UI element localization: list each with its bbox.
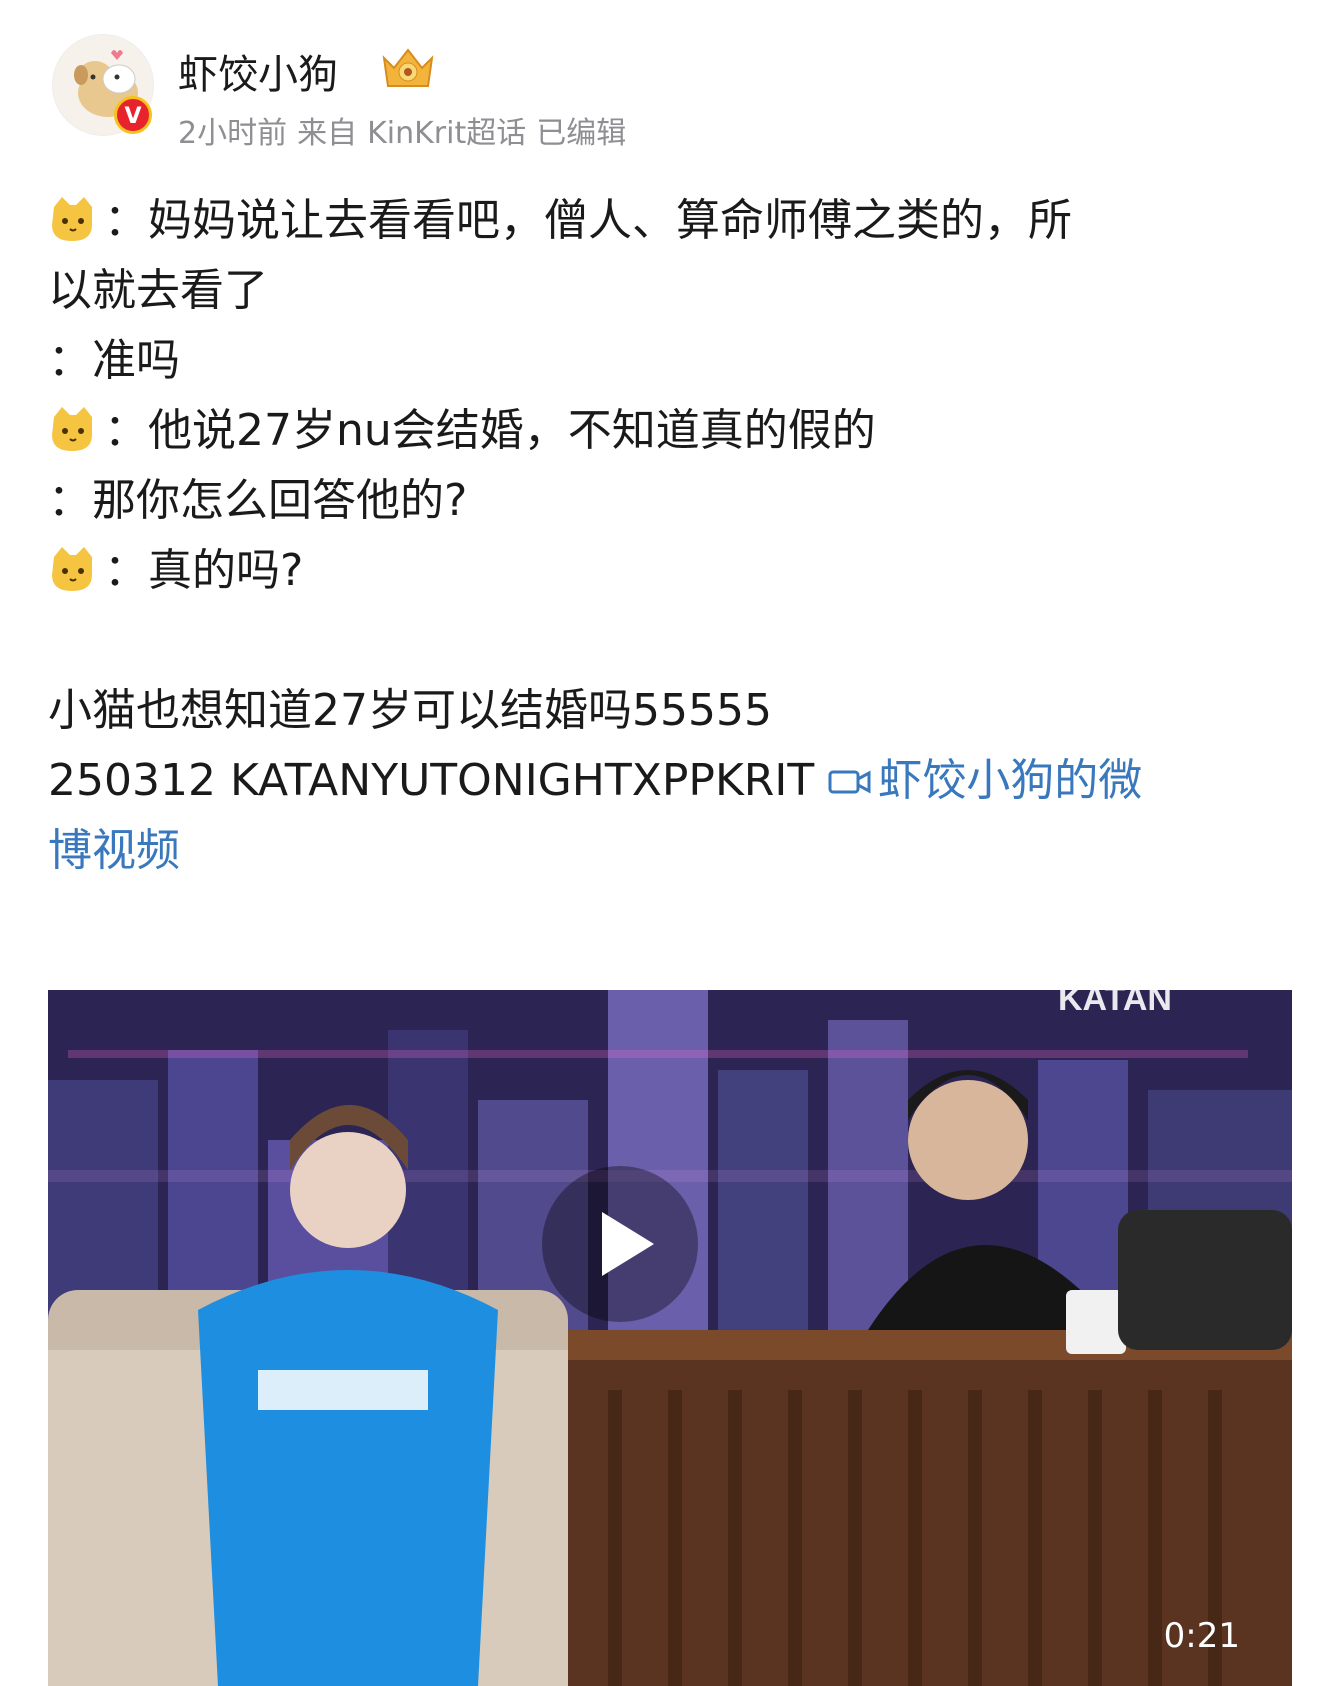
- post-source-prefix: 来自: [297, 116, 358, 151]
- author-name[interactable]: 虾饺小狗: [178, 42, 338, 100]
- verified-badge: V: [114, 96, 152, 134]
- dialog-text-continued: 以就去看了: [48, 265, 268, 316]
- text-line: ：妈妈说让去看看吧，僧人、算命师傅之类的，所: [48, 186, 1288, 256]
- dialog-text: ：他说27岁nu会结婚，不知道真的假的: [104, 405, 876, 456]
- video-thumbnail: KATAN: [48, 990, 1292, 1686]
- video-duration: 0:21: [1163, 1616, 1240, 1656]
- video-link[interactable]: 虾饺小狗的微: [878, 755, 1142, 806]
- play-button-icon[interactable]: [540, 1164, 700, 1324]
- post-source-link[interactable]: KinKrit超话: [367, 116, 526, 151]
- video-camera-icon[interactable]: [828, 766, 872, 798]
- post-header: V 虾饺小狗 2小时前 来自 KinKrit超话 已编辑: [52, 34, 1280, 154]
- dialog-text: ：妈妈说让去看看吧，僧人、算命师傅之类的，所: [104, 195, 1072, 246]
- dialog-text: ：准吗: [48, 335, 180, 386]
- fan-crown-icon[interactable]: [378, 44, 438, 92]
- text-line: ：真的吗?: [48, 536, 1288, 606]
- cat-face-icon: [52, 197, 92, 241]
- comment-text: 小猫也想知道27岁可以结婚吗55555: [48, 685, 772, 736]
- post-meta: 2小时前 来自 KinKrit超话 已编辑: [178, 108, 636, 152]
- video-link-continued[interactable]: 博视频: [48, 816, 1288, 886]
- cat-face-icon: [52, 407, 92, 451]
- text-line: ：他说27岁nu会结婚，不知道真的假的: [48, 396, 1288, 466]
- post-time: 2小时前: [178, 116, 288, 151]
- backdrop-logo-text: KATAN: [1058, 990, 1172, 1018]
- video-title: 250312 KATANYUTONIGHTXPPKRIT: [48, 755, 815, 806]
- dialog-text: ：真的吗?: [104, 545, 304, 596]
- video-player[interactable]: KATAN 0:21: [48, 990, 1292, 1686]
- video-title-line: 250312 KATANYUTONIGHTXPPKRIT 虾饺小狗的微: [48, 746, 1288, 816]
- post-body: ：妈妈说让去看看吧，僧人、算命师傅之类的，所 以就去看了 ：准吗 ：他说27岁n…: [48, 186, 1288, 886]
- edited-label: 已编辑: [536, 116, 627, 151]
- cat-face-icon: [52, 547, 92, 591]
- dialog-text: ：那你怎么回答他的?: [48, 475, 468, 526]
